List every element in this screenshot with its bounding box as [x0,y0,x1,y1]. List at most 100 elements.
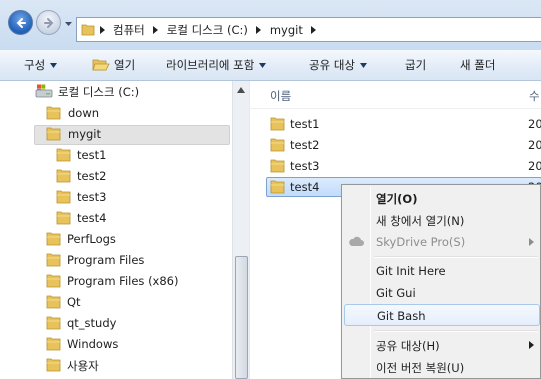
folder-icon [270,180,285,194]
tree-item-label: 사용자 [67,359,99,373]
scrollbar-thumb[interactable] [235,256,248,379]
menu-item-restore-previous[interactable]: 이전 버전 복원(U) [344,356,540,378]
menu-item-git-gui[interactable]: Git Gui [344,282,540,304]
share-with-label: 공유 대상 [309,58,355,72]
file-date: 20 [528,117,541,131]
breadcrumb-local-disk[interactable]: 로컬 디스크 (C:) [163,22,252,38]
folder-icon [270,138,285,152]
file-name: test4 [290,180,320,194]
file-row-test1[interactable]: test1 20 [266,114,541,135]
folder-icon [46,127,61,141]
folder-icon [46,295,61,309]
new-folder-button[interactable]: 새 폴더 [460,50,495,80]
menu-item-label: 열기(O) [376,192,418,206]
column-header-name[interactable]: 이름 [270,88,291,104]
breadcrumb-separator-icon[interactable] [252,25,266,35]
folder-icon [56,211,71,225]
tree-item-label: down [68,106,100,120]
back-button[interactable] [8,10,33,35]
address-bar-area: 컴퓨터 로컬 디스크 (C:) mygit [0,0,541,50]
file-name: test1 [290,117,320,131]
burn-button[interactable]: 굽기 [405,50,426,80]
breadcrumb-separator-icon[interactable] [95,25,109,35]
file-name: test2 [290,138,320,152]
burn-label: 굽기 [405,58,427,72]
menu-item-label: Git Init Here [376,264,446,278]
tree-item-label: test3 [77,190,107,204]
file-row-test3[interactable]: test3 20 [266,156,541,177]
menu-separator [374,256,538,258]
tree-item-label: test1 [77,148,107,162]
file-name: test3 [290,159,320,173]
menu-item-label: SkyDrive Pro(S) [376,235,466,249]
share-with-button[interactable]: 공유 대상 [309,50,367,80]
arrow-right-icon [43,17,53,28]
open-label: 열기 [114,58,136,72]
context-menu: 열기(O) 새 창에서 열기(N) SkyDrive Pro(S) Git In… [341,184,541,379]
menu-item-label: 새 창에서 열기(N) [376,214,465,228]
column-header-date[interactable]: 수 [529,88,540,104]
menu-item-label: 이전 버전 복원(U) [376,361,465,375]
menu-item-skydrive-pro[interactable]: SkyDrive Pro(S) [344,231,540,253]
tree-scrollbar[interactable] [232,81,249,379]
file-date: 20 [528,138,541,152]
folder-icon [56,148,71,162]
folder-icon [270,159,285,173]
open-folder-icon [92,59,110,71]
tree-item-label: test2 [77,169,107,183]
selection-highlight [34,125,230,145]
folder-icon [46,253,61,267]
arrow-left-icon [16,17,26,28]
include-in-library-label: 라이브러리에 포함 [166,58,255,72]
scroll-up-icon[interactable] [237,87,245,93]
breadcrumb-computer[interactable]: 컴퓨터 [109,22,149,38]
folder-icon [46,316,61,330]
tree-item-label: Program Files (x86) [67,274,179,288]
new-folder-label: 새 폴더 [460,58,496,72]
menu-item-label: Git Gui [376,286,416,300]
menu-item-share-with[interactable]: 공유 대상(H) [344,334,540,356]
open-button[interactable]: 열기 [92,50,135,80]
tree-item-label: mygit [68,127,102,141]
menu-item-label: Git Bash [377,309,426,323]
tree-item-label: qt_study [67,316,117,330]
chevron-down-icon [50,62,58,68]
tree-item-label: Program Files [67,253,145,267]
file-date: 20 [528,159,541,173]
folder-icon [46,358,61,372]
folder-icon [46,337,61,351]
submenu-arrow-icon [529,341,534,349]
folder-icon [46,274,61,288]
recent-pages-dropdown-icon[interactable] [64,19,73,28]
menu-item-git-bash[interactable]: Git Bash [344,304,540,326]
folder-icon [46,232,61,246]
menu-item-open[interactable]: 열기(O) [344,187,540,209]
drive-icon [35,84,53,98]
tree-item-label: 로컬 디스크 (C:) [58,85,140,99]
tree-item-label: PerfLogs [67,232,116,246]
breadcrumb-separator-icon[interactable] [307,25,321,35]
breadcrumb-mygit[interactable]: mygit [266,23,307,37]
tree-item-label: test4 [77,211,107,225]
menu-item-git-init-here[interactable]: Git Init Here [344,260,540,282]
folder-icon [56,169,71,183]
tree-item-label: Qt [67,295,81,309]
breadcrumb-separator-icon[interactable] [149,25,163,35]
folder-icon [56,190,71,204]
address-field[interactable]: 컴퓨터 로컬 디스크 (C:) mygit [76,17,541,42]
folder-icon [81,24,95,36]
cloud-icon [349,236,364,246]
organize-label: 구성 [24,58,46,72]
menu-item-open-new-window[interactable]: 새 창에서 열기(N) [344,209,540,231]
forward-button[interactable] [36,10,61,35]
chevron-down-icon [259,62,267,68]
navigation-pane[interactable]: 로컬 디스크 (C:) down mygit test1 test2 test3… [0,81,232,379]
organize-button[interactable]: 구성 [24,50,58,80]
header-divider [250,108,541,109]
chevron-down-icon [359,62,367,68]
include-in-library-button[interactable]: 라이브러리에 포함 [166,50,267,80]
tree-item-label: Windows [67,337,119,351]
file-row-test2[interactable]: test2 20 [266,135,541,156]
menu-separator [374,330,538,332]
tree-item-mygit[interactable]: mygit [0,124,232,145]
